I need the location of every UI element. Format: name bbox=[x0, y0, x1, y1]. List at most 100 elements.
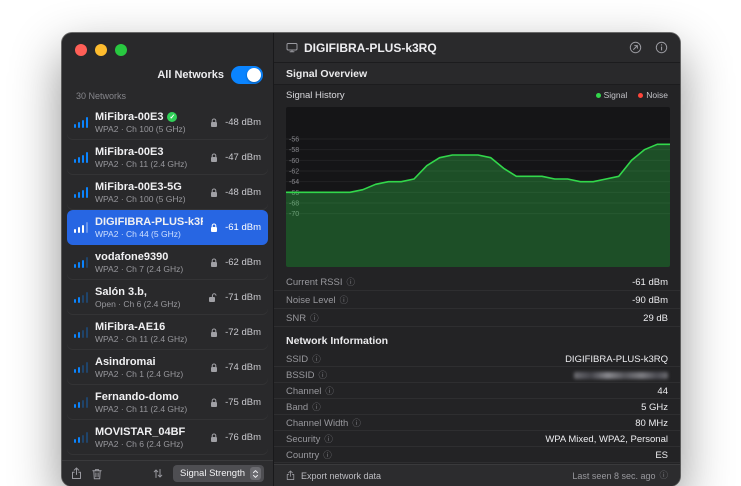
network-row-fernando-domo[interactable]: Fernando-domo WPA2 · Ch 11 (2.4 GHz) -75… bbox=[67, 385, 268, 420]
network-detail: WPA2 · Ch 6 (2.4 GHz) bbox=[95, 439, 184, 450]
network-row-mifibra-ae16[interactable]: MiFibra-AE16 WPA2 · Ch 11 (2.4 GHz) -72 … bbox=[67, 315, 268, 350]
wifi-signal-icon bbox=[74, 327, 88, 338]
info-icon[interactable]: ⓘ bbox=[352, 419, 361, 428]
all-networks-toggle[interactable] bbox=[231, 66, 263, 84]
stat-label: Noise Level bbox=[286, 294, 336, 306]
minimize-window-button[interactable] bbox=[95, 44, 107, 56]
info-icon[interactable]: ⓘ bbox=[347, 278, 356, 287]
signal-dot-icon bbox=[595, 92, 601, 98]
svg-text:-56: -56 bbox=[289, 137, 299, 144]
info-row-bssid: BSSID ⓘ bbox=[274, 367, 680, 383]
window-controls bbox=[75, 44, 127, 56]
info-row-channel-width: Channel Width ⓘ 80 MHz bbox=[274, 415, 680, 431]
wifi-signal-icon bbox=[74, 222, 88, 233]
trash-button[interactable] bbox=[92, 468, 102, 480]
network-row-movistar-04bf[interactable]: MOVISTAR_04BF WPA2 · Ch 6 (2.4 GHz) -76 … bbox=[67, 420, 268, 455]
last-seen-status: Last seen 8 sec. ago ⓘ bbox=[572, 470, 668, 481]
sort-order-button[interactable] bbox=[153, 468, 163, 479]
network-name: Asindromai bbox=[95, 355, 156, 368]
network-name: MiFibra-00E3 bbox=[95, 145, 164, 158]
network-name: MOVISTAR_04BF bbox=[95, 425, 186, 438]
info-value: 44 bbox=[657, 385, 668, 397]
network-list: MiFibra-00E3 ✓ WPA2 · Ch 100 (5 GHz) -48 … bbox=[62, 105, 273, 460]
stat-label: SNR bbox=[286, 312, 307, 324]
network-row-mifibra-00e3-24ghz[interactable]: MiFibra-00E3 WPA2 · Ch 11 (2.4 GHz) -47 … bbox=[67, 140, 268, 175]
info-icon[interactable]: ⓘ bbox=[324, 435, 333, 444]
network-rssi: -72 dBm bbox=[225, 327, 261, 338]
network-row-digifibra-plus-k3rq[interactable]: DIGIFIBRA-PLUS-k3RQ WPA2 · Ch 44 (5 GHz)… bbox=[67, 210, 268, 245]
network-count-label: 30 Networks bbox=[76, 91, 127, 101]
svg-text:-62: -62 bbox=[289, 169, 299, 176]
network-rssi: -75 dBm bbox=[225, 397, 261, 408]
legend-signal: Signal bbox=[595, 90, 627, 100]
network-rssi: -48 dBm bbox=[225, 187, 261, 198]
network-rssi: -76 dBm bbox=[225, 432, 261, 443]
wifi-signal-icon bbox=[74, 117, 88, 128]
network-rssi: -71 dBm bbox=[225, 292, 261, 303]
stat-value: -90 dBm bbox=[632, 294, 668, 306]
info-icon[interactable]: ⓘ bbox=[312, 355, 321, 364]
noise-dot-icon bbox=[638, 92, 644, 98]
legend-noise: Noise bbox=[638, 90, 668, 100]
network-detail: WPA2 · Ch 11 (2.4 GHz) bbox=[95, 334, 188, 345]
wifi-signal-icon bbox=[74, 292, 88, 303]
info-icon[interactable]: ⓘ bbox=[340, 296, 349, 305]
lock-icon bbox=[210, 153, 218, 163]
network-row-asindromai[interactable]: Asindromai WPA2 · Ch 1 (2.4 GHz) -74 dBm bbox=[67, 350, 268, 385]
network-row-mifibra-00e3-5ghz[interactable]: MiFibra-00E3 ✓ WPA2 · Ch 100 (5 GHz) -48 … bbox=[67, 105, 268, 140]
network-detail: Open · Ch 6 (2.4 GHz) bbox=[95, 299, 181, 310]
info-icon[interactable]: ⓘ bbox=[310, 314, 319, 323]
signal-history-row: Signal History Signal Noise bbox=[274, 85, 680, 105]
sidebar: All Networks 30 Networks MiFibra-00E3 ✓ W… bbox=[62, 33, 274, 486]
action-share-button[interactable] bbox=[629, 41, 642, 54]
network-row-mifibra-00e3-5g[interactable]: MiFibra-00E3-5G WPA2 · Ch 100 (5 GHz) -4… bbox=[67, 175, 268, 210]
export-network-data-link[interactable]: Export network data bbox=[301, 471, 381, 481]
network-row-salon-3b[interactable]: Salón 3.b, Open · Ch 6 (2.4 GHz) -71 dBm bbox=[67, 280, 268, 315]
lock-icon bbox=[210, 223, 218, 233]
info-button[interactable] bbox=[655, 41, 668, 54]
signal-history-chart-wrap: -56 -58 -60 -62 -64 -66 -68 -70 bbox=[274, 105, 680, 273]
info-value: 5 GHz bbox=[641, 401, 668, 413]
close-window-button[interactable] bbox=[75, 44, 87, 56]
stat-row-current-rssi: Current RSSI ⓘ -61 dBm bbox=[274, 273, 680, 291]
info-row-security: Security ⓘ WPA Mixed, WPA2, Personal bbox=[274, 431, 680, 447]
sidebar-header: All Networks bbox=[62, 33, 273, 91]
info-label: Band bbox=[286, 401, 309, 413]
network-detail: WPA2 · Ch 7 (2.4 GHz) bbox=[95, 264, 184, 275]
info-value: DIGIFIBRA-PLUS-k3RQ bbox=[565, 353, 668, 365]
info-label: BSSID bbox=[286, 369, 315, 381]
share-button[interactable] bbox=[71, 467, 82, 480]
signal-history-chart: -56 -58 -60 -62 -64 -66 -68 -70 bbox=[286, 107, 670, 267]
zoom-window-button[interactable] bbox=[115, 44, 127, 56]
wifi-signal-icon bbox=[74, 432, 88, 443]
lock-icon bbox=[210, 118, 218, 128]
info-value: 80 MHz bbox=[635, 417, 668, 429]
bssid-redacted-value bbox=[574, 371, 668, 379]
network-detail: WPA2 · Ch 100 (5 GHz) bbox=[95, 124, 186, 135]
network-information-header: Network Information bbox=[286, 335, 389, 347]
lock-icon bbox=[210, 188, 218, 198]
network-name: MiFibra-00E3 ✓ bbox=[95, 111, 203, 123]
info-icon[interactable]: ⓘ bbox=[659, 471, 668, 480]
info-value: WPA Mixed, WPA2, Personal bbox=[545, 433, 668, 445]
wifi-signal-icon bbox=[74, 187, 88, 198]
svg-text:-60: -60 bbox=[289, 158, 299, 165]
stat-row-noise-level: Noise Level ⓘ -90 dBm bbox=[274, 291, 680, 309]
info-icon[interactable]: ⓘ bbox=[319, 371, 328, 380]
sort-by-dropdown[interactable]: Signal Strength bbox=[173, 465, 264, 482]
info-icon[interactable]: ⓘ bbox=[323, 451, 332, 460]
network-rssi: -47 dBm bbox=[225, 152, 261, 163]
toggle-knob bbox=[247, 68, 261, 82]
detail-panel: DIGIFIBRA-PLUS-k3RQ Signal Overview Sign… bbox=[274, 33, 680, 486]
lock-icon bbox=[210, 398, 218, 408]
export-icon bbox=[286, 470, 295, 481]
info-icon[interactable]: ⓘ bbox=[325, 387, 334, 396]
svg-text:-64: -64 bbox=[289, 179, 299, 186]
lock-icon bbox=[210, 433, 218, 443]
app-window: All Networks 30 Networks MiFibra-00E3 ✓ W… bbox=[62, 33, 680, 486]
network-row-vodafone9390[interactable]: vodafone9390 WPA2 · Ch 7 (2.4 GHz) -62 d… bbox=[67, 245, 268, 280]
network-detail: WPA2 · Ch 100 (5 GHz) bbox=[95, 194, 186, 205]
info-icon[interactable]: ⓘ bbox=[312, 403, 321, 412]
stat-value: -61 dBm bbox=[632, 276, 668, 288]
lock-icon bbox=[210, 328, 218, 338]
